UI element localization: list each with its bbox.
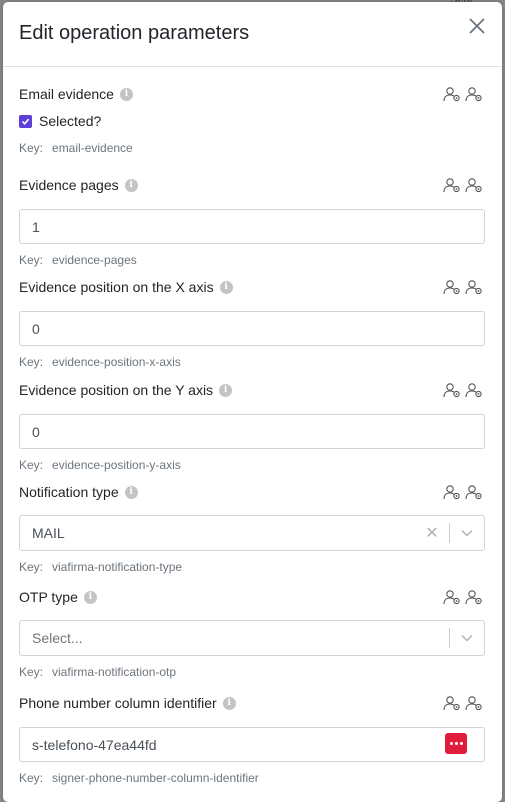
key-label: Key: xyxy=(19,560,44,574)
field-label: Evidence position on the X axis xyxy=(19,279,214,295)
field-label: Evidence pages xyxy=(19,177,119,193)
user-icons xyxy=(443,695,483,711)
chevron-down-icon[interactable] xyxy=(456,529,478,537)
selected-checkbox[interactable] xyxy=(19,114,32,128)
info-icon[interactable]: i xyxy=(83,590,97,604)
input-value: 0 xyxy=(32,320,40,337)
close-button[interactable] xyxy=(466,15,488,37)
key-value: viafirma-notification-type xyxy=(52,560,183,574)
info-icon[interactable]: i xyxy=(219,280,233,294)
key-value: evidence-position-y-axis xyxy=(52,458,181,472)
input-value: 0 xyxy=(32,423,40,440)
key-label: Key: xyxy=(19,141,44,155)
evidence-position-x-input[interactable]: 0 xyxy=(19,311,485,346)
modal-title: Edit operation parameters xyxy=(19,22,250,44)
notification-type-select[interactable]: MAIL ✕ xyxy=(19,515,485,551)
info-icon[interactable]: i xyxy=(119,87,133,101)
more-options-button[interactable] xyxy=(445,733,467,754)
field-email-evidence: Email evidence i Selected? Key: email-evi… xyxy=(19,84,485,155)
select-separator xyxy=(449,628,450,648)
user-settings-icon[interactable] xyxy=(443,695,461,711)
select-separator xyxy=(449,523,450,543)
evidence-pages-input[interactable]: 1 xyxy=(19,209,485,244)
user-icons xyxy=(443,589,483,605)
user-settings-icon[interactable] xyxy=(465,589,483,605)
key-value: signer-phone-number-column-identifier xyxy=(52,771,259,785)
field-label: OTP type xyxy=(19,589,78,605)
checkmark-icon xyxy=(21,118,30,125)
select-value: MAIL xyxy=(32,525,65,541)
checkbox-label: Selected? xyxy=(39,113,102,129)
otp-type-select[interactable]: Select... xyxy=(19,620,485,656)
user-settings-icon[interactable] xyxy=(443,86,461,102)
selected-checkbox-row[interactable]: Selected? xyxy=(19,113,485,129)
info-icon[interactable]: i xyxy=(219,383,233,397)
field-label: Phone number column identifier xyxy=(19,695,217,711)
clear-icon[interactable]: ✕ xyxy=(421,523,443,543)
input-value: s-telefono-47ea44fd xyxy=(32,736,157,753)
user-settings-icon[interactable] xyxy=(465,177,483,193)
field-evidence-pages: Evidence pages i 1 Key: evidence-pages xyxy=(19,175,485,267)
key-row: Key: evidence-pages xyxy=(19,253,485,267)
field-evidence-position-y: Evidence position on the Y axis i 0 Key:… xyxy=(19,380,485,472)
key-label: Key: xyxy=(19,458,44,472)
key-row: Key: viafirma-notification-type xyxy=(19,560,485,574)
key-row: Key: evidence-position-y-axis xyxy=(19,458,485,472)
phone-number-column-input[interactable]: s-telefono-47ea44fd xyxy=(19,727,485,762)
user-icons xyxy=(443,86,483,102)
user-settings-icon[interactable] xyxy=(465,695,483,711)
field-evidence-position-x: Evidence position on the X axis i 0 Key:… xyxy=(19,277,485,369)
info-icon[interactable]: i xyxy=(124,485,138,499)
field-label: Notification type xyxy=(19,484,119,500)
field-label: Email evidence xyxy=(19,86,114,102)
user-settings-icon[interactable] xyxy=(465,484,483,500)
user-icons xyxy=(443,382,483,398)
edit-parameters-modal: Edit operation parameters Email evidence… xyxy=(3,2,502,802)
user-icons xyxy=(443,484,483,500)
field-notification-type: Notification type i MAIL ✕ Key: viafirma-… xyxy=(19,482,485,574)
key-label: Key: xyxy=(19,253,44,267)
key-row: Key: evidence-position-x-axis xyxy=(19,355,485,369)
field-label: Evidence position on the Y axis xyxy=(19,382,214,398)
key-value: evidence-pages xyxy=(52,253,137,267)
input-value: 1 xyxy=(32,218,40,235)
chevron-down-icon[interactable] xyxy=(456,634,478,642)
modal-header: Edit operation parameters xyxy=(3,2,502,67)
key-label: Key: xyxy=(19,771,44,785)
user-settings-icon[interactable] xyxy=(465,86,483,102)
user-settings-icon[interactable] xyxy=(443,589,461,605)
evidence-position-y-input[interactable]: 0 xyxy=(19,414,485,449)
user-icons xyxy=(443,279,483,295)
key-label: Key: xyxy=(19,355,44,369)
info-icon[interactable]: i xyxy=(222,696,236,710)
user-settings-icon[interactable] xyxy=(443,382,461,398)
key-row: Key: viafirma-notification-otp xyxy=(19,665,485,679)
field-phone-number-column: Phone number column identifier i s-telef… xyxy=(19,693,485,785)
key-row: Key: signer-phone-number-column-identifie… xyxy=(19,771,485,785)
close-icon xyxy=(469,18,485,34)
key-row: Key: email-evidence xyxy=(19,141,485,155)
info-icon[interactable]: i xyxy=(124,178,138,192)
user-settings-icon[interactable] xyxy=(443,484,461,500)
user-settings-icon[interactable] xyxy=(443,279,461,295)
key-label: Key: xyxy=(19,665,44,679)
user-settings-icon[interactable] xyxy=(465,382,483,398)
user-settings-icon[interactable] xyxy=(465,279,483,295)
key-value: email-evidence xyxy=(52,141,133,155)
field-otp-type: OTP type i Select... Key: viafirma-notifi… xyxy=(19,587,485,679)
select-placeholder: Select... xyxy=(32,630,83,646)
user-settings-icon[interactable] xyxy=(443,177,461,193)
user-icons xyxy=(443,177,483,193)
key-value: viafirma-notification-otp xyxy=(52,665,177,679)
key-value: evidence-position-x-axis xyxy=(52,355,181,369)
